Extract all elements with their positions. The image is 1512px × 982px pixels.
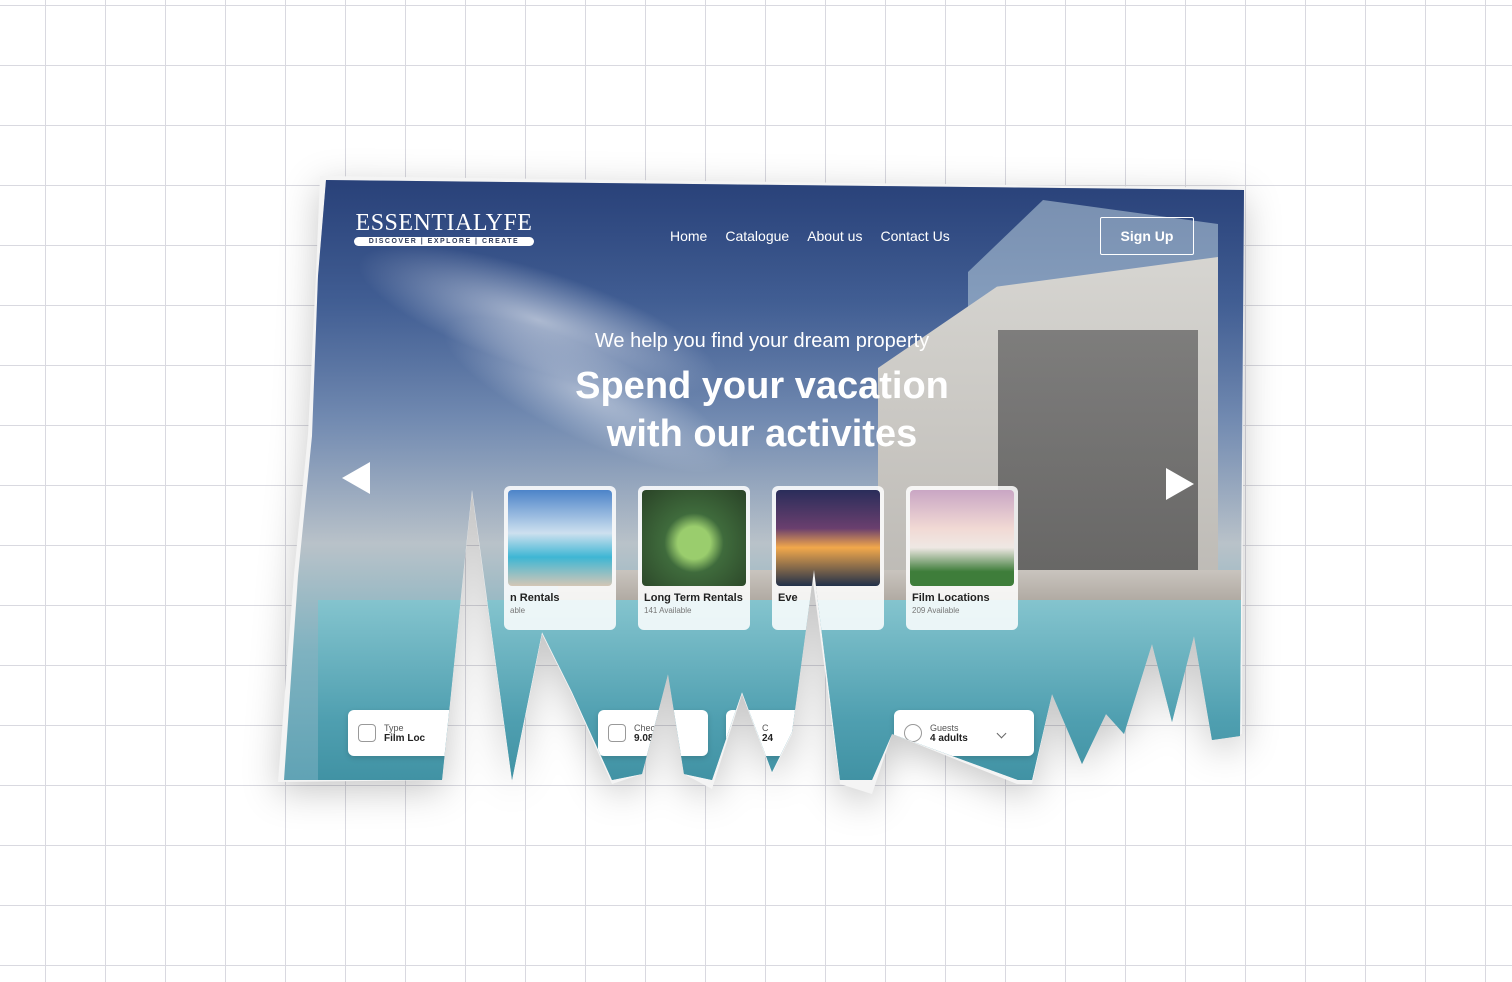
card-available: able [510, 606, 526, 615]
guests-select[interactable]: Guests 4 adults [894, 710, 1034, 756]
check-in-field[interactable]: Chec 9.08. [598, 710, 708, 756]
hero-title-line-2: with our activites [606, 413, 918, 455]
nav-about-us[interactable]: About us [807, 228, 862, 244]
card-available: 209 Available [912, 606, 960, 615]
building-icon [358, 724, 376, 742]
check-out-label: C [762, 722, 769, 733]
type-value: Film Loc [384, 732, 426, 744]
category-card[interactable]: Film Locations 209 Available [906, 486, 1018, 630]
hero-title-line-1: Spend your vacation [575, 365, 949, 407]
brand-tagline: DISCOVER | EXPLORE | CREATE [354, 237, 534, 246]
category-card[interactable]: n Rentals able [504, 486, 616, 630]
card-title: Film Locations [912, 592, 990, 604]
search-bar: Type Film Loc Chec 9.08. C 24 Guests 4 a… [348, 710, 1244, 770]
card-image [508, 490, 612, 586]
hero-subtitle: We help you find your dream property [594, 330, 930, 352]
sign-up-button[interactable]: Sign Up [1100, 217, 1194, 255]
website-screenshot: ESSENTIALYFE DISCOVER | EXPLORE | CREATE… [284, 180, 1244, 780]
brand-name: ESSENTIALYFE [355, 210, 533, 236]
nav-catalogue[interactable]: Catalogue [725, 228, 789, 244]
check-in-value: 9.08. [634, 732, 657, 744]
nav-contact-us[interactable]: Contact Us [880, 228, 949, 244]
card-available: 141 Available [644, 606, 692, 615]
guests-label: Guests [930, 722, 959, 733]
category-card[interactable]: Eve [772, 486, 884, 630]
card-image [910, 490, 1014, 586]
card-image [642, 490, 746, 586]
nav-home[interactable]: Home [670, 228, 707, 244]
torn-paper-collage: ESSENTIALYFE DISCOVER | EXPLORE | CREATE… [272, 174, 1252, 794]
clock-icon [736, 724, 754, 742]
category-card[interactable]: Long Term Rentals 141 Available [638, 486, 750, 630]
guests-value: 4 adults [930, 732, 968, 744]
card-title: n Rentals [510, 592, 560, 604]
brand-logo[interactable]: ESSENTIALYFE DISCOVER | EXPLORE | CREATE [354, 210, 534, 246]
type-label: Type [384, 722, 404, 733]
card-title: Eve [778, 592, 798, 604]
hero-title: Spend your vacation with our activites [284, 362, 1244, 458]
check-in-label: Chec [634, 722, 656, 733]
check-out-field[interactable]: C 24 [726, 710, 816, 756]
person-icon [904, 724, 922, 742]
type-select[interactable]: Type Film Loc [348, 710, 488, 756]
card-title: Long Term Rentals [644, 592, 743, 604]
calendar-icon [608, 724, 626, 742]
category-cards: n Rentals able Long Term Rentals 141 Ava… [504, 486, 1018, 630]
main-nav: Home Catalogue About us Contact Us [670, 228, 950, 244]
check-out-value: 24 [762, 732, 774, 744]
chevron-down-icon[interactable] [996, 728, 1007, 738]
triangle-right-icon[interactable] [1166, 468, 1194, 500]
card-image [776, 490, 880, 586]
triangle-left-icon[interactable] [342, 462, 370, 494]
